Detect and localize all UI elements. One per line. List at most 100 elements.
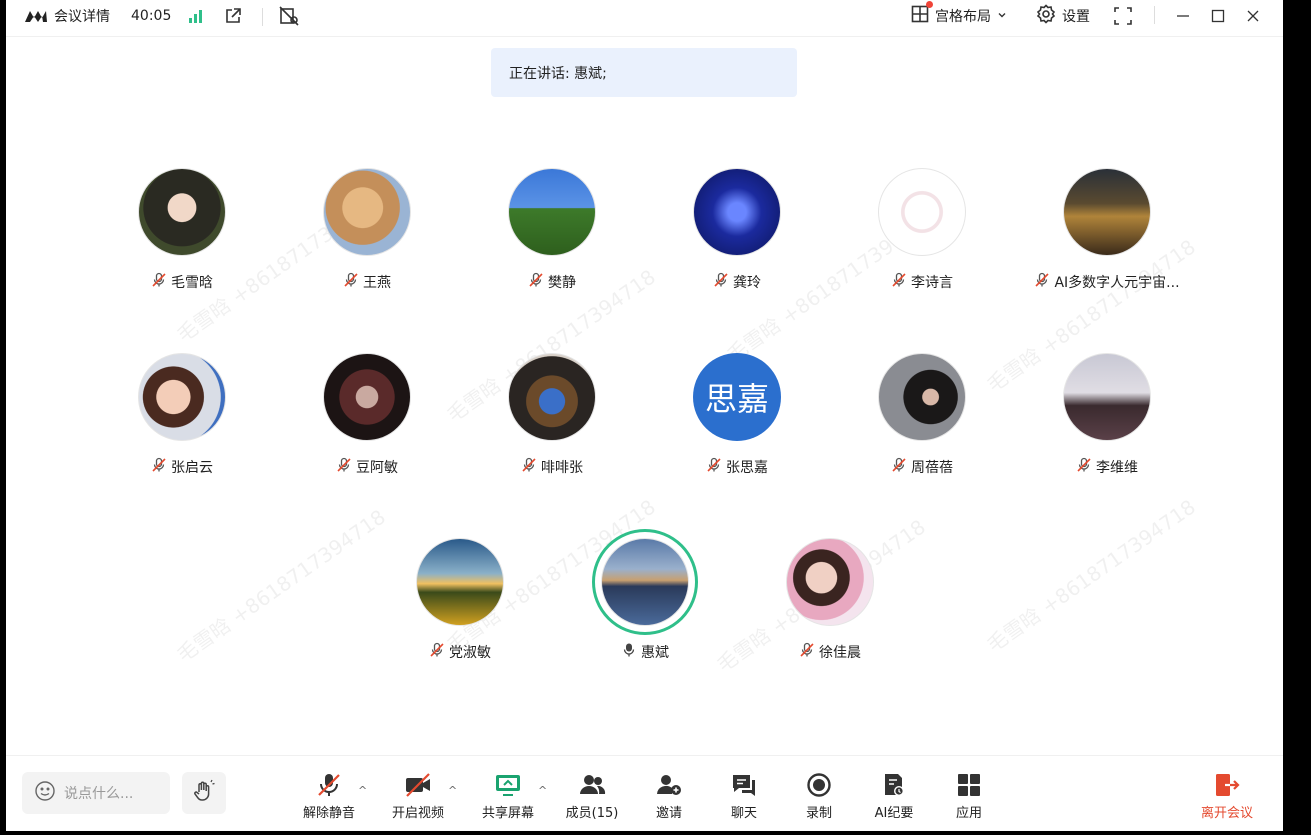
participant-name: 王燕 <box>363 275 391 291</box>
minimize-icon[interactable] <box>1176 0 1190 32</box>
participant-name: 党淑敏 <box>449 645 491 661</box>
leave-meeting-button[interactable]: 离开会议 <box>1192 772 1262 824</box>
apps-label: 应用 <box>955 806 982 821</box>
meeting-details-link[interactable]: 会议详情 <box>54 0 110 32</box>
participant-name: AI多数字人元宇宙... <box>1054 275 1180 291</box>
signal-strength-icon[interactable] <box>188 0 204 32</box>
mic-muted-icon <box>151 272 167 292</box>
mic-muted-icon <box>528 272 544 292</box>
avatar <box>508 168 596 256</box>
avatar <box>601 538 689 626</box>
add-user-icon <box>655 772 683 798</box>
mic-muted-icon <box>343 272 359 292</box>
participant-tile[interactable]: 徐佳晨 <box>740 538 920 678</box>
avatar: 思嘉 <box>693 353 781 441</box>
mic-muted-icon <box>1076 457 1092 477</box>
participant-name: 樊静 <box>548 275 576 291</box>
apps-button[interactable]: 应用 <box>934 772 1004 824</box>
participant-tile-speaking[interactable]: 惠斌 <box>555 529 735 678</box>
participant-name: 豆阿敏 <box>356 460 398 476</box>
participant-tile[interactable]: 毛雪晗 <box>92 168 272 308</box>
participant-name: 徐佳晨 <box>819 645 861 661</box>
mic-muted-icon <box>336 457 352 477</box>
mic-muted-icon <box>891 272 907 292</box>
raise-hand-button[interactable] <box>182 772 226 814</box>
participant-name: 龚玲 <box>733 275 761 291</box>
maximize-icon[interactable] <box>1211 0 1225 32</box>
gear-icon <box>1036 4 1056 28</box>
ai-summary-button[interactable]: AI纪要 <box>859 772 929 824</box>
unmute-button[interactable]: 解除静音 <box>294 772 364 824</box>
chat-button[interactable]: 聊天 <box>709 772 779 824</box>
camera-off-icon <box>404 772 432 798</box>
avatar <box>878 353 966 441</box>
mic-muted-icon <box>151 457 167 477</box>
participant-name: 李诗言 <box>911 275 953 291</box>
watermark: 毛雪晗 +8618717394718 <box>172 504 390 667</box>
participant-tile[interactable]: 李维维 <box>1017 353 1197 493</box>
record-button[interactable]: 录制 <box>784 772 854 824</box>
avatar <box>1063 168 1151 256</box>
participant-name: 周蓓蓓 <box>911 460 953 476</box>
start-video-button[interactable]: 开启视频 <box>383 772 453 824</box>
network-security-icon[interactable] <box>278 0 300 32</box>
chevron-up-icon[interactable]: ^ <box>448 784 457 797</box>
chevron-up-icon[interactable]: ^ <box>358 784 367 797</box>
share-screen-button[interactable]: 共享屏幕 <box>473 772 543 824</box>
raise-hand-icon <box>192 779 216 807</box>
close-icon[interactable] <box>1246 0 1260 32</box>
mic-muted-icon <box>891 457 907 477</box>
members-label: 成员(15) <box>565 806 619 821</box>
participant-tile[interactable]: 啡啡张 <box>462 353 642 493</box>
participant-tile[interactable]: 龚玲 <box>647 168 827 308</box>
notification-dot <box>926 1 933 8</box>
mic-on-icon <box>621 642 637 662</box>
avatar <box>138 353 226 441</box>
quick-chat-input[interactable]: 说点什么... <box>22 772 170 814</box>
app-logo-icon <box>24 0 48 32</box>
invite-label: 邀请 <box>655 806 682 821</box>
meeting-timer: 40:05 <box>131 8 172 24</box>
avatar <box>693 168 781 256</box>
chat-placeholder: 说点什么... <box>64 786 134 802</box>
participant-name: 毛雪晗 <box>171 275 213 291</box>
participant-name: 惠斌 <box>641 645 669 661</box>
grid-layout-button[interactable]: 宫格布局 <box>911 0 1007 32</box>
members-icon <box>578 772 606 798</box>
mic-muted-icon <box>706 457 722 477</box>
ai-summary-icon <box>881 772 907 798</box>
avatar <box>786 538 874 626</box>
chevron-up-icon[interactable]: ^ <box>538 784 547 797</box>
share-screen-label: 共享屏幕 <box>481 806 534 821</box>
participant-tile[interactable]: 周蓓蓓 <box>832 353 1012 493</box>
emoji-icon[interactable] <box>34 780 56 806</box>
active-speaker-text: 正在讲话: 惠斌; <box>509 65 607 82</box>
mic-muted-icon <box>429 642 445 662</box>
participant-tile[interactable]: 党淑敏 <box>370 538 550 678</box>
participant-tile[interactable]: 樊静 <box>462 168 642 308</box>
divider <box>1154 6 1155 24</box>
participant-tile[interactable]: AI多数字人元宇宙... <box>1017 168 1197 308</box>
external-link-icon[interactable] <box>224 0 242 32</box>
settings-label: 设置 <box>1062 9 1090 25</box>
participant-name: 啡啡张 <box>541 460 583 476</box>
divider <box>262 8 263 26</box>
participant-tile[interactable]: 李诗言 <box>832 168 1012 308</box>
ai-summary-label: AI纪要 <box>874 806 914 821</box>
record-label: 录制 <box>805 806 832 821</box>
participant-name: 张思嘉 <box>726 460 768 476</box>
fullscreen-icon[interactable] <box>1114 0 1132 32</box>
mic-muted-icon <box>1034 272 1050 292</box>
settings-button[interactable]: 设置 <box>1036 0 1090 32</box>
active-speaker-banner: 正在讲话: 惠斌; <box>491 48 797 97</box>
members-button[interactable]: 成员(15) <box>557 772 627 824</box>
participant-tile[interactable]: 思嘉 张思嘉 <box>647 353 827 493</box>
participant-tile[interactable]: 张启云 <box>92 353 272 493</box>
top-bar: 会议详情 40:05 宫格布局 设置 <box>6 0 1283 37</box>
invite-button[interactable]: 邀请 <box>634 772 704 824</box>
avatar <box>508 353 596 441</box>
unmute-label: 解除静音 <box>302 806 355 821</box>
participant-tile[interactable]: 豆阿敏 <box>277 353 457 493</box>
participant-tile[interactable]: 王燕 <box>277 168 457 308</box>
participant-name: 李维维 <box>1096 460 1138 476</box>
